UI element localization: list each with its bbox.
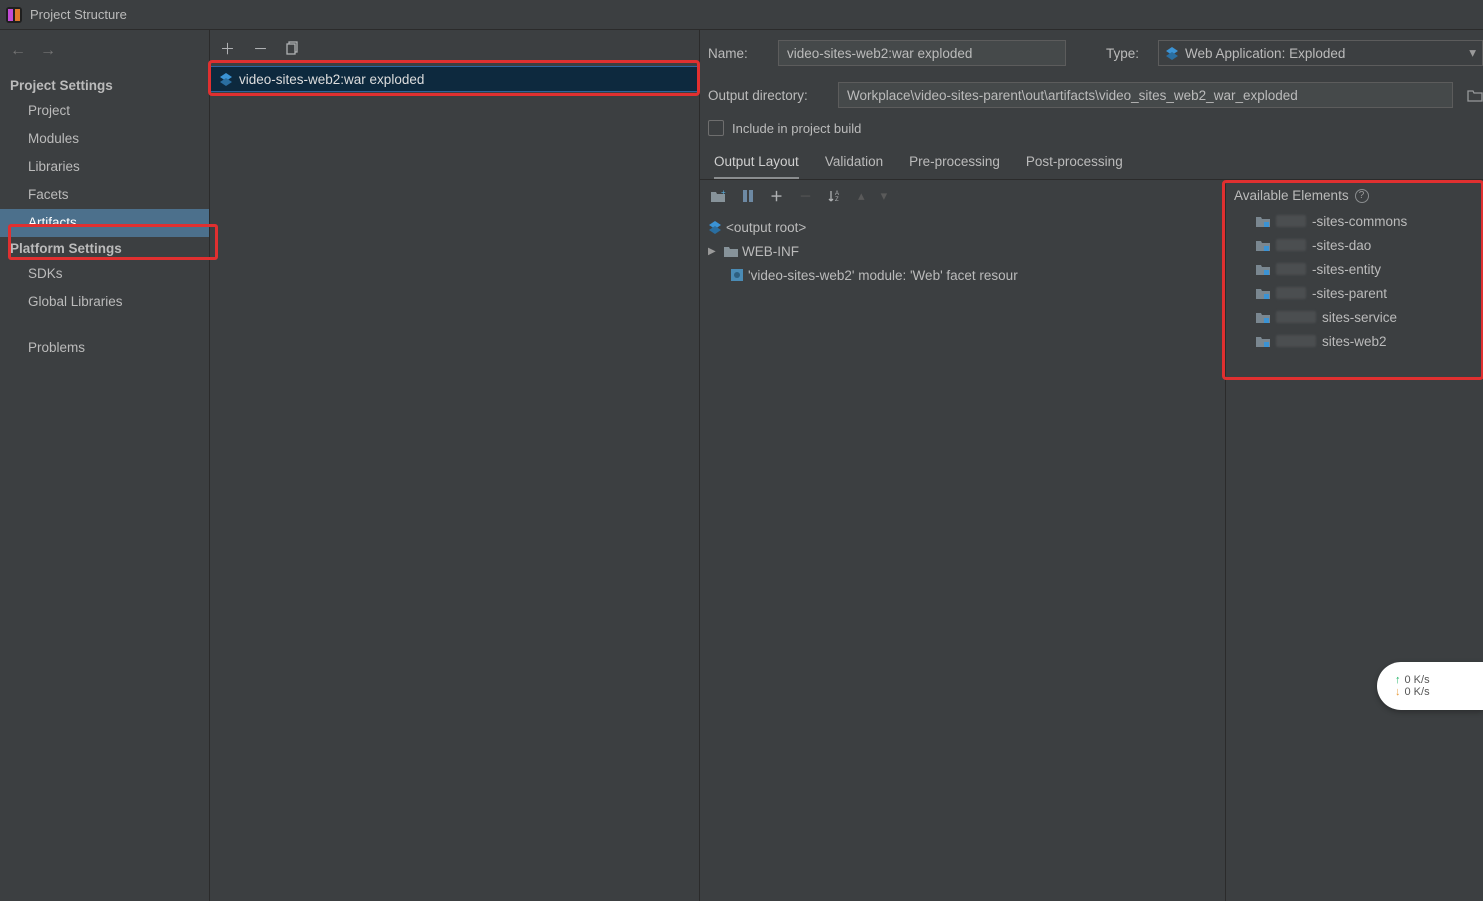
module-icon xyxy=(1256,215,1270,227)
available-item[interactable]: -sites-commons xyxy=(1232,209,1477,233)
netspeed-widget: 0 K/s 0 K/s xyxy=(1377,662,1483,710)
tree-facet-label: 'video-sites-web2' module: 'Web' facet r… xyxy=(748,268,1018,283)
obscured-text xyxy=(1276,287,1306,299)
tab-output-layout[interactable]: Output Layout xyxy=(714,148,799,179)
module-icon xyxy=(1256,239,1270,251)
available-item-label: sites-web2 xyxy=(1322,334,1387,349)
sidebar-item-sdks[interactable]: SDKs xyxy=(0,260,209,288)
available-item[interactable]: sites-web2 xyxy=(1232,329,1477,353)
copy-icon[interactable] xyxy=(286,41,300,55)
artifact-type-icon xyxy=(1165,46,1179,60)
obscured-text xyxy=(1276,215,1306,227)
obscured-text xyxy=(1276,239,1306,251)
outdir-label: Output directory: xyxy=(708,88,828,103)
available-item-label: -sites-parent xyxy=(1312,286,1387,301)
sidebar-item-global-libraries[interactable]: Global Libraries xyxy=(0,288,209,316)
include-build-checkbox[interactable] xyxy=(708,120,724,136)
nav-forward-icon[interactable]: → xyxy=(40,42,56,60)
tab-pre-processing[interactable]: Pre-processing xyxy=(909,148,1000,179)
module-icon xyxy=(1256,311,1270,323)
available-item[interactable]: -sites-entity xyxy=(1232,257,1477,281)
sidebar-item-modules[interactable]: Modules xyxy=(0,125,209,153)
browse-icon[interactable] xyxy=(1467,88,1483,102)
sidebar: ← → Project Settings Project Modules Lib… xyxy=(0,30,210,901)
editor-tabs: Output Layout Validation Pre-processing … xyxy=(700,148,1483,180)
add-copy-icon[interactable]: ＋ xyxy=(770,186,783,205)
name-input[interactable] xyxy=(778,40,1066,66)
available-item[interactable]: sites-service xyxy=(1232,305,1477,329)
sidebar-item-facets[interactable]: Facets xyxy=(0,181,209,209)
titlebar: Project Structure xyxy=(0,0,1483,30)
layout-toolbar: + ＋ － AZ ▴ ▾ xyxy=(700,180,1225,211)
section-project-settings: Project Settings xyxy=(0,74,209,97)
window-title: Project Structure xyxy=(30,7,127,22)
obscured-text xyxy=(1276,335,1316,347)
folder-icon xyxy=(724,245,738,257)
artifact-icon xyxy=(219,72,233,86)
editor-column: Name: Type: Web Application: Exploded ▾ … xyxy=(700,30,1483,901)
output-tree[interactable]: <output root> ▶ WEB-INF ' xyxy=(700,211,1225,291)
available-item[interactable]: -sites-dao xyxy=(1232,233,1477,257)
tree-webinf-label: WEB-INF xyxy=(742,244,799,259)
sidebar-item-project[interactable]: Project xyxy=(0,97,209,125)
available-elements-label: Available Elements xyxy=(1234,188,1349,203)
add-icon[interactable]: ＋ xyxy=(220,38,235,59)
module-icon xyxy=(1256,287,1270,299)
tab-validation[interactable]: Validation xyxy=(825,148,883,179)
obscured-text xyxy=(1276,311,1316,323)
svg-text:+: + xyxy=(721,189,726,197)
up-icon: ▴ xyxy=(858,188,865,204)
type-value: Web Application: Exploded xyxy=(1185,46,1345,61)
artifact-row[interactable]: video-sites-web2:war exploded xyxy=(210,66,699,92)
artifact-label: video-sites-web2:war exploded xyxy=(239,72,424,87)
module-icon xyxy=(1256,263,1270,275)
include-build-label: Include in project build xyxy=(732,121,861,136)
module-icon xyxy=(1256,335,1270,347)
tree-webinf[interactable]: ▶ WEB-INF xyxy=(704,239,1221,263)
available-elements-panel: Available Elements ? -sites-commons -sit… xyxy=(1225,180,1483,901)
app-icon xyxy=(6,7,22,23)
svg-text:Z: Z xyxy=(835,197,839,203)
artifact-column: ＋ － video-sites-web2:war exploded xyxy=(210,30,700,901)
remove-item-icon: － xyxy=(799,186,812,205)
new-archive-icon[interactable] xyxy=(742,189,754,203)
down-icon: ▾ xyxy=(881,188,888,204)
chevron-down-icon: ▾ xyxy=(1469,45,1476,61)
netspeed-up: 0 K/s xyxy=(1395,674,1483,686)
type-select[interactable]: Web Application: Exploded ▾ xyxy=(1158,40,1483,66)
sidebar-item-libraries[interactable]: Libraries xyxy=(0,153,209,181)
available-item-label: sites-service xyxy=(1322,310,1397,325)
outdir-input[interactable] xyxy=(838,82,1453,108)
remove-icon[interactable]: － xyxy=(253,38,268,59)
tree-root[interactable]: <output root> xyxy=(704,215,1221,239)
help-icon[interactable]: ? xyxy=(1355,189,1369,203)
available-item-label: -sites-entity xyxy=(1312,262,1381,277)
available-item-label: -sites-dao xyxy=(1312,238,1371,253)
available-item-label: -sites-commons xyxy=(1312,214,1407,229)
netspeed-down: 0 K/s xyxy=(1395,686,1483,698)
tree-root-label: <output root> xyxy=(726,220,806,235)
sidebar-item-problems[interactable]: Problems xyxy=(0,334,209,362)
new-folder-icon[interactable]: + xyxy=(710,189,726,203)
artifact-icon xyxy=(708,220,722,234)
artifact-toolbar: ＋ － xyxy=(210,30,699,66)
nav-back-icon[interactable]: ← xyxy=(10,42,26,60)
tree-facet-resource[interactable]: 'video-sites-web2' module: 'Web' facet r… xyxy=(704,263,1221,287)
available-item[interactable]: -sites-parent xyxy=(1232,281,1477,305)
section-platform-settings: Platform Settings xyxy=(0,237,209,260)
tab-post-processing[interactable]: Post-processing xyxy=(1026,148,1123,179)
sidebar-item-artifacts[interactable]: Artifacts xyxy=(0,209,209,237)
obscured-text xyxy=(1276,263,1306,275)
sort-icon[interactable]: AZ xyxy=(828,189,842,203)
facet-icon xyxy=(730,268,744,282)
name-label: Name: xyxy=(708,46,768,61)
type-label: Type: xyxy=(1106,46,1148,61)
expand-icon[interactable]: ▶ xyxy=(708,246,720,257)
